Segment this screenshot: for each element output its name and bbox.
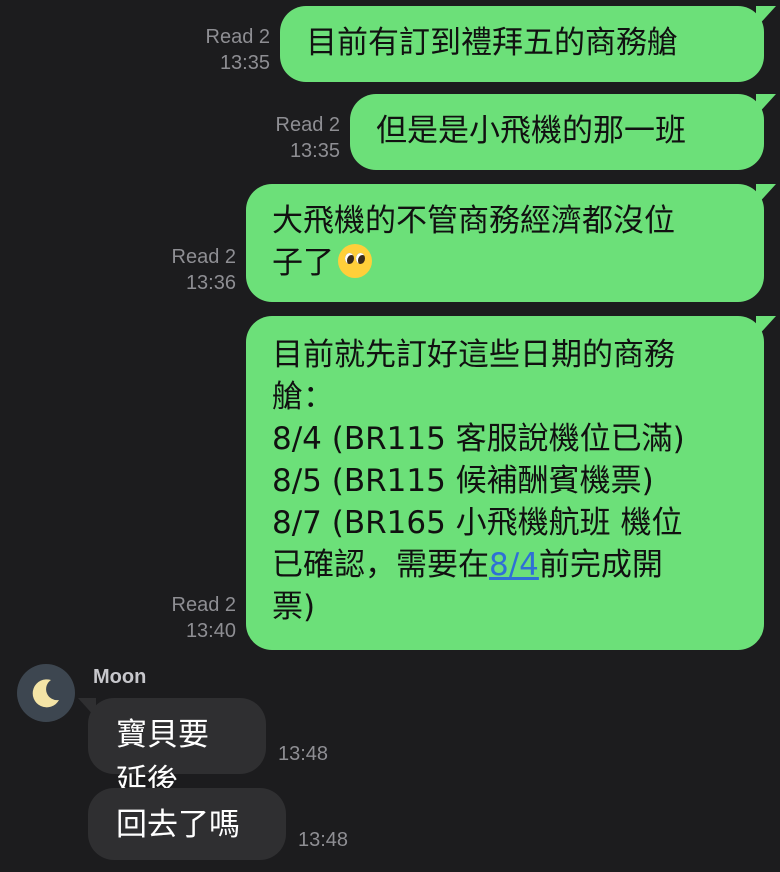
message-text: 但是是小飛機的那一班 [376,113,686,149]
message-time: 13:35 [289,140,340,162]
message-bubble[interactable]: 目前就先訂好這些日期的商務 艙： 8/4 (BR115 客服說機位已滿) 8/5… [246,316,776,650]
message-text: 票) [272,589,316,625]
date-link[interactable]: 8/4 [489,547,539,583]
sender-name: Moon [93,666,147,688]
message-text: 艙： [272,379,334,415]
message-bubble[interactable]: 但是是小飛機的那一班 [350,94,776,170]
pleading-face-icon [338,244,372,278]
read-status: Read 2 [205,26,271,48]
message-bubble[interactable]: 寶貝要延後 [78,698,266,799]
message-text: 8/4 (BR115 客服說機位已滿) [272,421,685,457]
message-text: 已確認，需要在 [272,547,489,583]
message-time: 13:48 [298,829,349,851]
message-text: 8/7 (BR165 小飛機航班 機位 [272,505,683,541]
message-text: 前完成開 [538,547,663,583]
message-time: 13:40 [185,620,236,642]
read-status: Read 2 [171,246,237,268]
message-text: 寶貝要延後 [116,717,209,799]
message-meta: Read 2 13:35 [206,24,271,76]
read-status: Read 2 [171,594,237,616]
outgoing-message: Read 2 13:40 目前就先訂好這些日期的商務 艙： 8/4 (BR115… [172,316,776,650]
message-meta: Read 2 13:36 [172,244,237,296]
message-text: 目前有訂到禮拜五的商務艙 [306,25,678,61]
message-text: 8/5 (BR115 候補酬賓機票) [272,463,654,499]
incoming-message: 回去了嗎 13:48 [88,788,348,860]
avatar[interactable] [17,664,75,722]
incoming-message: 寶貝要延後 13:48 [78,698,329,799]
message-bubble[interactable]: 目前有訂到禮拜五的商務艙 [280,6,776,82]
outgoing-message: Read 2 13:35 目前有訂到禮拜五的商務艙 [206,6,776,82]
message-text: 大飛機的不管商務經濟都沒位 [272,203,675,239]
message-text: 回去了嗎 [116,807,240,843]
message-meta: Read 2 13:40 [172,592,237,644]
message-time: 13:48 [278,743,329,765]
message-bubble[interactable]: 回去了嗎 [88,788,286,860]
message-bubble[interactable]: 大飛機的不管商務經濟都沒位 子了 [246,184,776,302]
message-time: 13:36 [185,272,236,294]
message-time: 13:35 [219,52,270,74]
outgoing-message: Read 2 13:36 大飛機的不管商務經濟都沒位 子了 [172,184,776,302]
read-status: Read 2 [275,114,341,136]
chat-view: Read 2 13:35 目前有訂到禮拜五的商務艙 Read 2 13:35 但… [0,0,780,872]
crescent-moon-icon [32,679,59,708]
outgoing-message: Read 2 13:35 但是是小飛機的那一班 [276,94,776,170]
message-text: 目前就先訂好這些日期的商務 [272,337,675,373]
message-text: 子了 [272,245,334,281]
message-meta: Read 2 13:35 [276,112,341,164]
